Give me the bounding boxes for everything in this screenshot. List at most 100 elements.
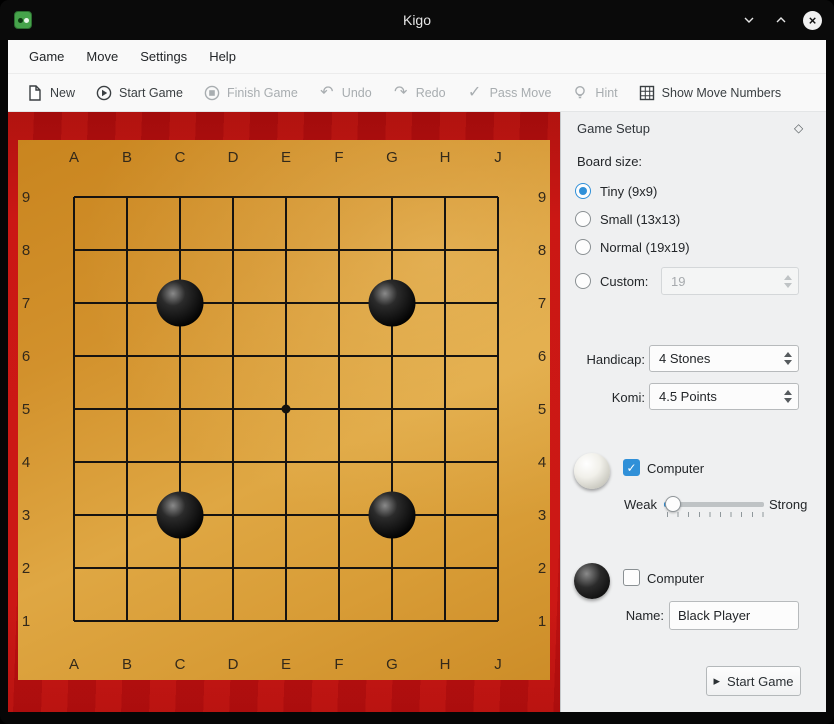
komi-label: Komi: <box>561 390 645 405</box>
stop-circle-icon <box>203 84 221 102</box>
black-name-label: Name: <box>591 608 664 623</box>
check-icon <box>626 462 636 474</box>
move-numbers-icon <box>638 84 656 102</box>
new-document-icon <box>26 84 44 102</box>
tool-label: Start Game <box>119 86 183 100</box>
new-button[interactable]: New <box>26 84 75 102</box>
game-setup-panel: Game Setup ◇ Board size: Tiny (9x9) Smal… <box>560 112 826 712</box>
finish-game-button[interactable]: Finish Game <box>203 84 298 102</box>
board-coordinate-label: H <box>440 149 451 166</box>
black-stone[interactable] <box>369 492 416 539</box>
go-board[interactable]: AABBCCDDEEFFGGHHJJ998877665544332211 <box>8 112 560 712</box>
window-controls: × <box>739 0 822 40</box>
spinner-arrows-icon[interactable] <box>778 384 798 409</box>
strength-strong-label: Strong <box>769 497 807 512</box>
maximize-button[interactable] <box>771 10 791 30</box>
board-coordinate-label: 5 <box>538 401 546 418</box>
board-coordinate-label: D <box>228 149 239 166</box>
radio-icon <box>575 239 591 255</box>
radio-label: Normal (19x19) <box>600 240 690 255</box>
redo-arrow-icon: ↷ <box>392 84 410 102</box>
board-coordinate-label: 8 <box>538 242 546 259</box>
radio-icon <box>575 183 591 199</box>
board-coordinate-label: 4 <box>22 454 30 471</box>
chevron-down-icon <box>743 16 755 24</box>
board-coordinate-label: G <box>386 656 398 673</box>
dock-float-icon[interactable]: ◇ <box>794 121 803 135</box>
black-computer-checkbox[interactable] <box>623 569 640 586</box>
black-stone[interactable] <box>369 280 416 327</box>
show-move-numbers-button[interactable]: Show Move Numbers <box>638 84 782 102</box>
board-coordinate-label: C <box>175 149 186 166</box>
radio-custom[interactable]: Custom: <box>575 272 648 290</box>
board-coordinate-label: A <box>69 149 79 166</box>
black-stone[interactable] <box>157 492 204 539</box>
board-coordinate-label: E <box>281 656 291 673</box>
radio-normal-19x19[interactable]: Normal (19x19) <box>575 238 690 256</box>
custom-size-spinbox[interactable]: 19 <box>661 267 799 295</box>
play-circle-icon <box>95 84 113 102</box>
hint-button[interactable]: Hint <box>571 84 617 102</box>
black-computer-label: Computer <box>647 571 704 586</box>
spinner-arrows-icon[interactable] <box>778 346 798 371</box>
board-area: AABBCCDDEEFFGGHHJJ998877665544332211 <box>8 112 560 712</box>
board-coordinate-label: 6 <box>22 348 30 365</box>
board-coordinate-label: B <box>122 149 132 166</box>
board-coordinate-label: 6 <box>538 348 546 365</box>
radio-label: Tiny (9x9) <box>600 184 657 199</box>
komi-select[interactable]: 4.5 Points <box>649 383 799 410</box>
radio-tiny-9x9[interactable]: Tiny (9x9) <box>575 182 657 200</box>
redo-button[interactable]: ↷ Redo <box>392 84 446 102</box>
handicap-value: 4 Stones <box>659 351 778 366</box>
start-game-button[interactable]: Start Game <box>706 666 801 696</box>
main-area: AABBCCDDEEFFGGHHJJ998877665544332211 Gam… <box>8 112 826 712</box>
komi-value: 4.5 Points <box>659 389 778 404</box>
menu-game[interactable]: Game <box>18 44 75 69</box>
menubar: Game Move Settings Help <box>8 40 826 74</box>
window-title: Kigo <box>0 12 834 28</box>
pass-move-button[interactable]: ✓ Pass Move <box>466 84 552 102</box>
board-coordinate-label: E <box>281 149 291 166</box>
tool-label: Undo <box>342 86 372 100</box>
board-coordinate-label: 7 <box>538 295 546 312</box>
board-coordinate-label: F <box>334 149 343 166</box>
chevron-up-icon <box>775 16 787 24</box>
minimize-button[interactable] <box>739 10 759 30</box>
menu-move[interactable]: Move <box>75 44 129 69</box>
board-coordinate-label: D <box>228 656 239 673</box>
handicap-label: Handicap: <box>561 352 645 367</box>
black-name-input[interactable] <box>669 601 799 630</box>
handicap-select[interactable]: 4 Stones <box>649 345 799 372</box>
radio-icon <box>575 211 591 227</box>
black-stone[interactable] <box>157 280 204 327</box>
board-coordinate-label: F <box>334 656 343 673</box>
app-window: Kigo × Game Move Settings Help New <box>0 0 834 724</box>
board-coordinate-label: 2 <box>22 560 30 577</box>
strength-slider-handle[interactable] <box>665 496 681 512</box>
board-coordinate-label: 9 <box>538 189 546 206</box>
star-point <box>282 405 291 414</box>
tool-label: Finish Game <box>227 86 298 100</box>
undo-button[interactable]: ↶ Undo <box>318 84 372 102</box>
board-coordinate-label: 3 <box>22 507 30 524</box>
menu-help[interactable]: Help <box>198 44 247 69</box>
custom-size-value: 19 <box>671 274 778 289</box>
spinner-arrows-icon[interactable] <box>778 268 798 294</box>
radio-label: Small (13x13) <box>600 212 680 227</box>
titlebar: Kigo × <box>0 0 834 40</box>
white-computer-checkbox[interactable] <box>623 459 640 476</box>
panel-title: Game Setup <box>577 121 650 136</box>
board-coordinate-label: 2 <box>538 560 546 577</box>
board-coordinate-label: J <box>494 149 502 166</box>
board-coordinate-label: 1 <box>22 613 30 630</box>
undo-arrow-icon: ↶ <box>318 84 336 102</box>
app-body: Game Move Settings Help New Start Game <box>8 40 826 712</box>
menu-settings[interactable]: Settings <box>129 44 198 69</box>
close-button[interactable]: × <box>803 11 822 30</box>
start-game-toolbar-button[interactable]: Start Game <box>95 84 183 102</box>
radio-small-13x13[interactable]: Small (13x13) <box>575 210 680 228</box>
board-coordinate-label: 5 <box>22 401 30 418</box>
board-coordinate-label: 8 <box>22 242 30 259</box>
black-stone-image <box>574 563 610 599</box>
slider-tick-marks <box>667 512 764 517</box>
